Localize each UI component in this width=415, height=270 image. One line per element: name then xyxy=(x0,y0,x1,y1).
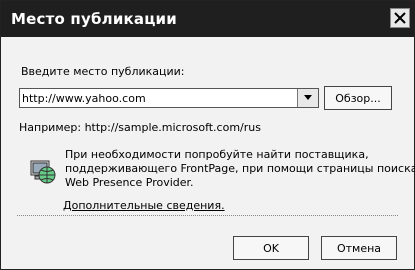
hint-line: поддерживающего FrontPage, при помощи ст… xyxy=(65,162,415,175)
close-button[interactable] xyxy=(390,8,410,28)
location-combobox[interactable] xyxy=(19,88,319,108)
hint-line: Web Presence Provider. xyxy=(65,176,194,189)
location-label: Введите место публикации: xyxy=(21,65,185,78)
example-text: Например: http://sample.microsoft.com/ru… xyxy=(19,121,261,134)
hint-line: При необходимости попробуйте найти поста… xyxy=(65,148,369,161)
hint-text: При необходимости попробуйте найти поста… xyxy=(65,148,415,190)
browse-button[interactable]: Обзор... xyxy=(324,86,392,110)
dialog-title: Место публикации xyxy=(11,10,177,28)
separator xyxy=(17,215,398,216)
title-bar: Место публикации xyxy=(1,1,414,37)
globe-computer-icon xyxy=(21,149,61,189)
publish-location-dialog: Место публикации Введите место публикаци… xyxy=(0,0,415,270)
location-input[interactable] xyxy=(20,89,299,107)
cancel-button[interactable]: Отмена xyxy=(321,236,397,260)
close-icon xyxy=(394,12,406,24)
ok-button[interactable]: OK xyxy=(233,236,309,260)
more-info-link[interactable]: Дополнительные сведения. xyxy=(63,199,225,212)
chevron-down-icon xyxy=(304,95,312,100)
location-dropdown-button[interactable] xyxy=(297,89,318,107)
